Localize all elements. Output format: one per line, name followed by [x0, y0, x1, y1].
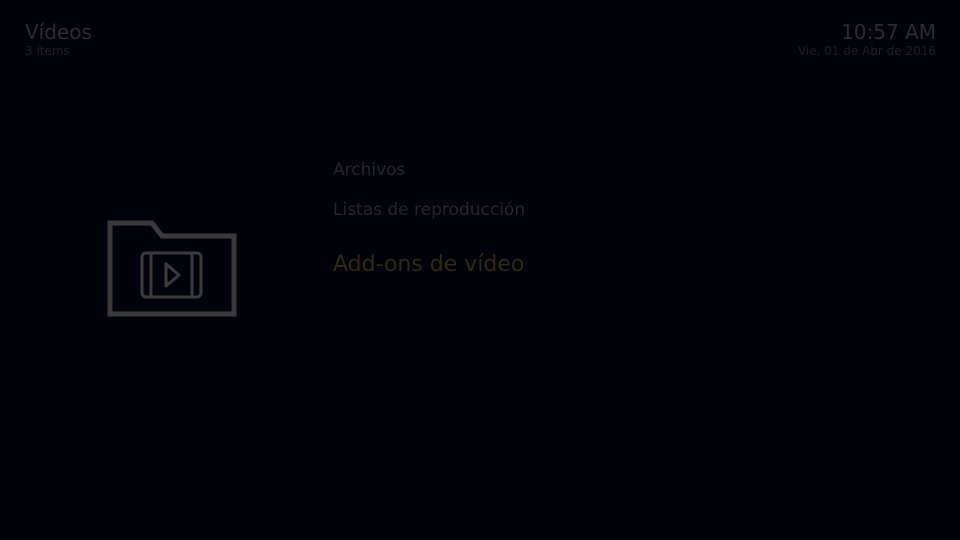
header-left: Vídeos 3 ítems: [25, 20, 92, 58]
menu-item-add-ons-de-video[interactable]: Add-ons de vídeo: [333, 251, 524, 279]
header-right: 10:57 AM Vie, 01 de Abr de 2016: [798, 20, 936, 58]
video-folder-icon: [107, 220, 237, 318]
clock: 10:57 AM: [841, 20, 936, 44]
item-count: 3 ítems: [25, 44, 70, 58]
window-title: Vídeos: [25, 20, 92, 44]
menu-item-archivos[interactable]: Archivos: [333, 160, 405, 180]
date-label: Vie, 01 de Abr de 2016: [797, 44, 936, 58]
menu-item-listas-de-reproduccion[interactable]: Listas de reproducción: [333, 200, 525, 220]
kodi-videos-screen: Vídeos 3 ítems 10:57 AM Vie, 01 de Abr d…: [0, 0, 960, 540]
